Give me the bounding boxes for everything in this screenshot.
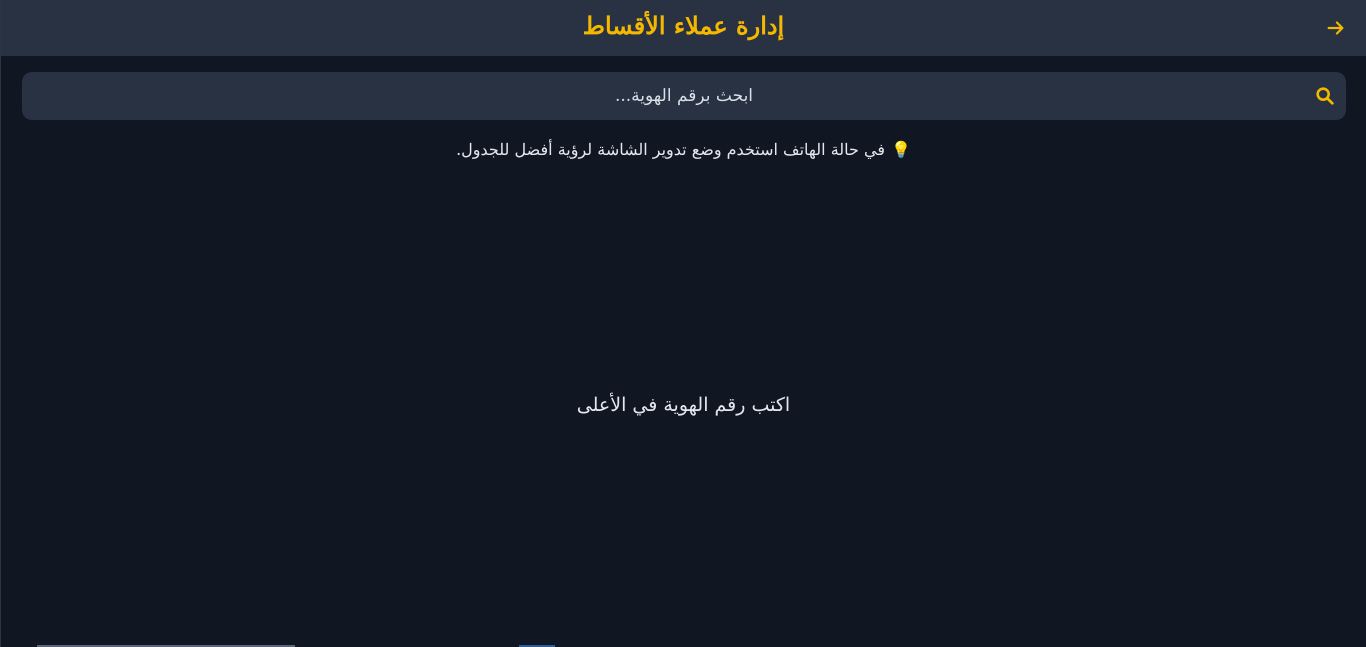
search-bar xyxy=(22,72,1346,120)
empty-state-message: اكتب رقم الهوية في الأعلى xyxy=(576,394,791,416)
tip-text: في حالة الهاتف استخدم وضع تدوير الشاشة ل… xyxy=(456,140,885,159)
search-icon[interactable] xyxy=(1314,85,1336,107)
lightbulb-icon: 💡 xyxy=(891,140,911,159)
page-title: إدارة عملاء الأقساط xyxy=(582,11,785,40)
app-header: إدارة عملاء الأقساط xyxy=(1,0,1366,56)
search-input[interactable] xyxy=(22,72,1346,120)
back-button[interactable] xyxy=(1324,16,1348,40)
app-root: إدارة عملاء الأقساط 💡 في حالة الهاتف است… xyxy=(0,0,1366,647)
orientation-tip: 💡 في حالة الهاتف استخدم وضع تدوير الشاشة… xyxy=(1,140,1366,159)
arrow-right-icon xyxy=(1327,21,1344,35)
